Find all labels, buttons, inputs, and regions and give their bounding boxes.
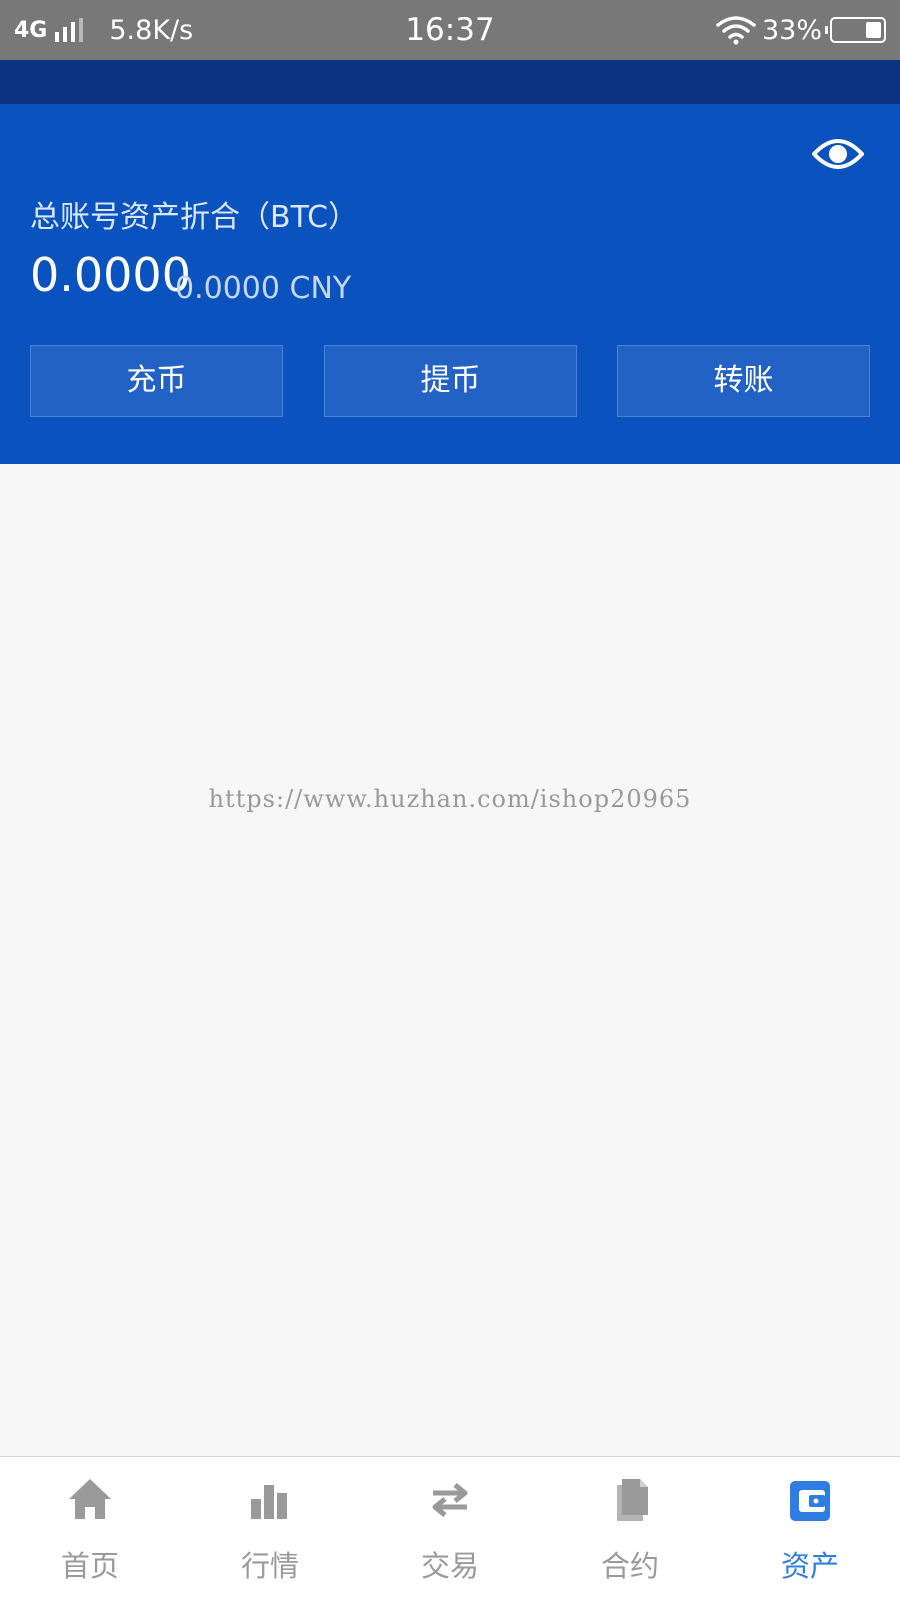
home-icon xyxy=(69,1479,111,1519)
wifi-icon xyxy=(716,16,756,45)
wallet-icon xyxy=(790,1481,830,1521)
bar-chart-icon xyxy=(251,1485,287,1519)
deposit-button[interactable]: 充币 xyxy=(30,345,283,417)
total-assets-title: 总账号资产折合（BTC） xyxy=(30,200,359,235)
header-bar xyxy=(0,60,900,104)
swap-arrows-icon xyxy=(432,1483,468,1517)
tab-home[interactable]: 首页 xyxy=(0,1457,180,1600)
tab-label: 行情 xyxy=(240,1549,299,1583)
assets-page: 4G 5.8K/s 16:37 33% 总账号资产折合（BTC） 0.0000 … xyxy=(0,0,900,1600)
document-icon xyxy=(617,1479,648,1521)
withdraw-button[interactable]: 提币 xyxy=(324,345,577,417)
cny-balance: 0.0000 CNY xyxy=(175,271,352,306)
tab-contract[interactable]: 合约 xyxy=(540,1457,720,1600)
tab-market[interactable]: 行情 xyxy=(180,1457,360,1600)
asset-actions: 充币 提币 转账 xyxy=(30,345,870,417)
tab-label: 合约 xyxy=(600,1549,659,1583)
watermark-text: https://www.huzhan.com/ishop20965 xyxy=(208,785,692,813)
tab-assets[interactable]: 资产 xyxy=(720,1457,900,1600)
eye-icon[interactable] xyxy=(812,134,864,174)
tab-label: 交易 xyxy=(420,1549,479,1583)
status-right: 33% xyxy=(716,14,886,46)
tab-label: 资产 xyxy=(780,1549,839,1583)
status-bar: 4G 5.8K/s 16:37 33% xyxy=(0,0,900,60)
btc-balance: 0.0000 xyxy=(30,248,191,302)
battery-icon xyxy=(825,17,886,43)
transfer-button[interactable]: 转账 xyxy=(617,345,870,417)
tab-label: 首页 xyxy=(60,1549,119,1583)
bottom-tab-bar: 首页 行情 交易 合约 资产 xyxy=(0,1456,900,1600)
battery-percent: 33% xyxy=(761,14,822,46)
asset-summary-panel: 总账号资产折合（BTC） 0.0000 0.0000 CNY 充币 提币 转账 xyxy=(0,104,900,464)
tab-trade[interactable]: 交易 xyxy=(360,1457,540,1600)
